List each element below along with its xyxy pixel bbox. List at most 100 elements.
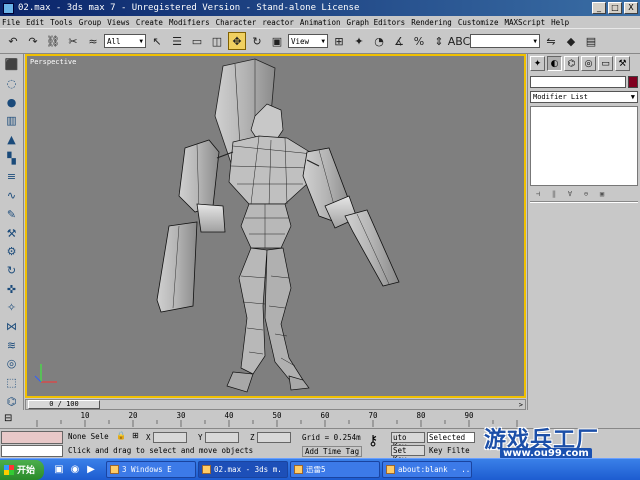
select-object-icon[interactable]: ↖ — [148, 32, 166, 50]
menu-edit[interactable]: Edit — [26, 18, 44, 27]
set-key-button[interactable]: Set Key — [391, 445, 425, 464]
menu-file[interactable]: File — [2, 18, 20, 27]
create-tab-icon[interactable]: ✦ — [530, 56, 545, 71]
task-xunlei[interactable]: 迅雷5 — [290, 461, 380, 478]
mirror-icon[interactable]: ⇋ — [542, 32, 560, 50]
configure-sets-icon[interactable]: ▣ — [596, 189, 608, 199]
media-icon[interactable]: ▶ — [84, 463, 98, 477]
select-by-name-icon[interactable]: ☰ — [168, 32, 186, 50]
rectangular-selection-icon[interactable]: ▭ — [188, 32, 206, 50]
lock-selection-icon[interactable]: 🔒 — [116, 431, 126, 440]
time-slider-next-icon[interactable]: > — [519, 401, 523, 409]
select-link-icon[interactable]: ⛓ — [44, 32, 62, 50]
perspective-viewport[interactable]: Perspective — [25, 54, 526, 398]
absolute-mode-icon[interactable]: ⊞ — [132, 431, 139, 440]
task-explorer[interactable]: 3 Windows E — [106, 461, 196, 478]
rotate-icon[interactable]: ↻ — [3, 262, 21, 280]
select-manipulate-icon[interactable]: ✦ — [350, 32, 368, 50]
menu-tools[interactable]: Tools — [50, 18, 73, 27]
menu-views[interactable]: Views — [107, 18, 130, 27]
z-field[interactable] — [256, 432, 291, 443]
key-mode-dropdown[interactable]: Selected — [427, 432, 475, 443]
object-name-field[interactable] — [530, 76, 626, 88]
pivot-center-icon[interactable]: ⊞ — [330, 32, 348, 50]
select-move-icon[interactable]: ✥ — [228, 32, 246, 50]
checker-icon[interactable]: ▚ — [3, 149, 21, 167]
menu-maxscript[interactable]: MAXScript — [504, 18, 545, 27]
auto-key-button[interactable]: uto Key — [391, 432, 425, 451]
hammer-icon[interactable]: ⚒ — [3, 224, 21, 242]
window-crossing-icon[interactable]: ◫ — [208, 32, 226, 50]
make-unique-icon[interactable]: ∀ — [564, 189, 576, 199]
pin-stack-icon[interactable]: ⊣ — [532, 189, 544, 199]
pen-icon[interactable]: ✎ — [3, 206, 21, 224]
start-button[interactable]: 开始 — [0, 459, 44, 480]
app-icon[interactable] — [3, 2, 14, 14]
wrench-icon[interactable]: ⚙ — [3, 243, 21, 261]
snap-toggle-icon[interactable]: ◔ — [370, 32, 388, 50]
angle-snap-icon[interactable]: ∡ — [390, 32, 408, 50]
motion-tab-icon[interactable]: ◎ — [581, 56, 596, 71]
menu-create[interactable]: Create — [136, 18, 163, 27]
named-selection-sets-dropdown[interactable]: ▼ — [470, 34, 540, 48]
layer-manager-icon[interactable]: ▤ — [582, 32, 600, 50]
align-icon[interactable]: ◆ — [562, 32, 580, 50]
modifier-list-dropdown[interactable]: Modifier List ▼ — [530, 91, 638, 103]
object-color-swatch[interactable] — [628, 76, 638, 88]
track-bar-icon[interactable]: ⊟ — [4, 413, 20, 425]
task-browser[interactable]: about:blank - ... — [382, 461, 472, 478]
modify-tab-icon[interactable]: ◐ — [547, 56, 562, 71]
named-selection-icon[interactable]: ABC — [448, 32, 471, 50]
time-slider[interactable]: 0 / 100 > — [25, 399, 526, 410]
helper-icon[interactable]: ⬚ — [3, 374, 21, 392]
sphere-icon[interactable]: ● — [3, 93, 21, 111]
menu-help[interactable]: Help — [551, 18, 569, 27]
unlink-icon[interactable]: ✂ — [64, 32, 82, 50]
key-filters-button[interactable]: Key Filte — [429, 446, 470, 455]
menu-reactor[interactable]: reactor — [262, 18, 294, 27]
spinner-snap-icon[interactable]: ⇕ — [430, 32, 448, 50]
select-rotate-icon[interactable]: ↻ — [248, 32, 266, 50]
menu-rendering[interactable]: Rendering — [411, 18, 452, 27]
menu-animation[interactable]: Animation — [300, 18, 341, 27]
select-scale-icon[interactable]: ▣ — [268, 32, 286, 50]
system-icon[interactable]: ⌬ — [3, 392, 21, 410]
bend-icon[interactable]: ⋈ — [3, 318, 21, 336]
add-time-tag-button[interactable]: Add Time Tag — [302, 446, 362, 457]
hierarchy-tab-icon[interactable]: ⌬ — [564, 56, 579, 71]
wave-icon[interactable]: ≋ — [3, 336, 21, 354]
cylinder-icon[interactable]: ▥ — [3, 112, 21, 130]
task-3dsmax[interactable]: 02.max - 3ds m. — [198, 461, 288, 478]
percent-snap-icon[interactable]: % — [410, 32, 428, 50]
geometry-icon[interactable]: ⬛ — [3, 56, 21, 74]
spline-icon[interactable]: ∿ — [3, 187, 21, 205]
browser-icon[interactable]: ◉ — [68, 463, 82, 477]
light-icon[interactable]: ✧ — [3, 299, 21, 317]
display-tab-icon[interactable]: ▭ — [598, 56, 613, 71]
close-button[interactable]: X — [624, 2, 638, 14]
camera-icon[interactable]: ✜ — [3, 280, 21, 298]
utilities-tab-icon[interactable]: ⚒ — [615, 56, 630, 71]
modifier-stack[interactable] — [530, 106, 638, 186]
menu-customize[interactable]: Customize — [458, 18, 499, 27]
selection-filter-dropdown[interactable]: All ▼ — [104, 34, 146, 48]
undo-icon[interactable]: ↶ — [4, 32, 22, 50]
time-slider-thumb[interactable]: 0 / 100 — [28, 400, 100, 409]
robot-model[interactable] — [27, 56, 524, 396]
x-field[interactable] — [152, 432, 187, 443]
maximize-button[interactable]: □ — [608, 2, 622, 14]
menu-graph-editors[interactable]: Graph Editors — [346, 18, 405, 27]
key-icon[interactable]: ⚷ — [368, 433, 378, 449]
reference-coordinate-dropdown[interactable]: View ▼ — [288, 34, 328, 48]
desktop-icon[interactable]: ▣ — [52, 463, 66, 477]
redo-icon[interactable]: ↷ — [24, 32, 42, 50]
menu-character[interactable]: Character — [216, 18, 257, 27]
cone-icon[interactable]: ▲ — [3, 131, 21, 149]
spacewarp-icon[interactable]: ◎ — [3, 355, 21, 373]
stack-icon[interactable]: ≡ — [3, 168, 21, 186]
show-end-result-icon[interactable]: ‖ — [548, 189, 560, 199]
remove-modifier-icon[interactable]: ⊖ — [580, 189, 592, 199]
maxscript-listener-top[interactable] — [1, 431, 63, 444]
menu-group[interactable]: Group — [79, 18, 102, 27]
maxscript-listener-bottom[interactable] — [1, 445, 63, 457]
